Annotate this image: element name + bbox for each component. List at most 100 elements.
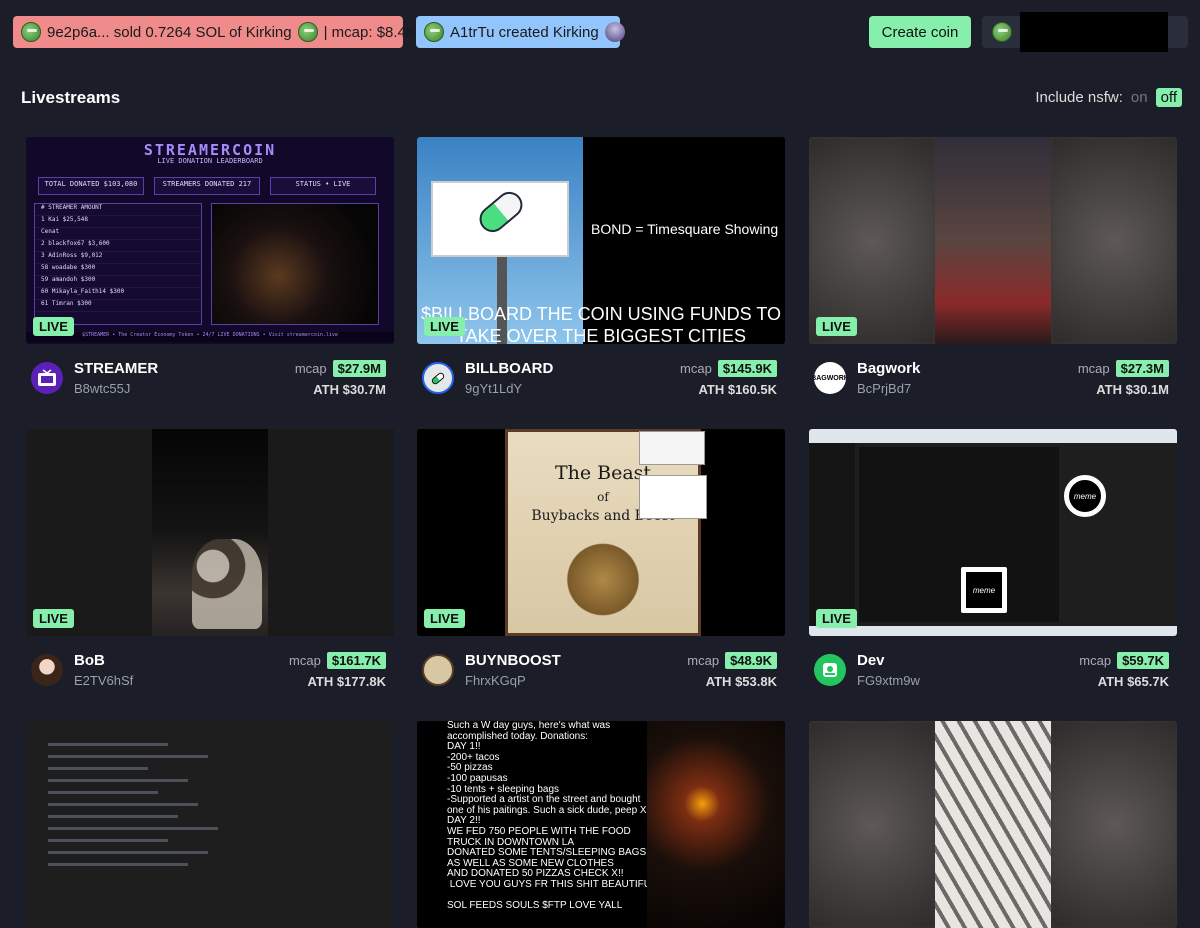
stream-thumbnail[interactable]: STREAMERCOIN LIVE DONATION LEADERBOARD T… bbox=[26, 137, 394, 344]
stream-thumbnail[interactable] bbox=[26, 721, 394, 928]
stream-thumbnail[interactable]: meme meme LIVE bbox=[809, 429, 1177, 636]
mcap-value: $145.9K bbox=[717, 360, 777, 377]
stream-card-donations[interactable]: Such a W day guys, here's what was accom… bbox=[417, 721, 785, 928]
live-badge: LIVE bbox=[33, 609, 74, 628]
wallet-button[interactable]: 2 bbox=[982, 12, 1188, 52]
leader-row: 58 woadabe $300 bbox=[35, 264, 201, 276]
mcap-value: $27.9M bbox=[332, 360, 386, 377]
live-badge: LIVE bbox=[424, 317, 465, 336]
market-cap: mcap $27.3M bbox=[1078, 360, 1169, 377]
stream-thumbnail[interactable]: LIVE bbox=[809, 137, 1177, 344]
coin-name[interactable]: STREAMER bbox=[74, 360, 158, 377]
leader-row: 3 AdinRoss $9,012 bbox=[35, 252, 201, 264]
stream-card-code[interactable] bbox=[26, 721, 394, 928]
all-time-high: ATH $30.7M bbox=[313, 382, 386, 397]
mcap-label: mcap bbox=[289, 653, 321, 668]
redaction-block bbox=[1020, 12, 1168, 52]
stream-card-bob[interactable]: LIVE BoB E2TV6hSf mcap $161.7K ATH $177.… bbox=[26, 429, 394, 706]
all-time-high: ATH $160.5K bbox=[698, 382, 777, 397]
coin-name[interactable]: Bagwork bbox=[857, 360, 920, 377]
overlay-window bbox=[639, 431, 705, 465]
all-time-high: ATH $65.7K bbox=[1098, 674, 1169, 689]
billboard-sign bbox=[431, 181, 569, 257]
ath-value: $160.5K bbox=[727, 382, 777, 397]
coin-address: E2TV6hSf bbox=[74, 673, 134, 688]
coin-name[interactable]: BILLBOARD bbox=[465, 360, 553, 377]
coin-address: FhrxKGqP bbox=[465, 673, 526, 688]
section-title: Livestreams bbox=[21, 88, 121, 107]
stream-card-buynboost[interactable]: The Beast of Buybacks and Boost LIVE BUY… bbox=[417, 429, 785, 706]
overlay-window bbox=[639, 475, 707, 519]
mcap-label: mcap bbox=[1077, 361, 1110, 376]
kirking-coin-icon bbox=[297, 22, 318, 42]
coin-address: FG9xtm9w bbox=[857, 673, 920, 688]
coin-avatar bbox=[422, 654, 454, 686]
market-cap: mcap $145.9K bbox=[680, 360, 777, 377]
mcap-label: mcap bbox=[1079, 653, 1112, 668]
coin-avatar bbox=[31, 654, 63, 686]
coin-name[interactable]: BoB bbox=[74, 652, 105, 669]
leader-row: 2 blackfox67 $3,600 bbox=[35, 240, 201, 252]
stream-card-bagwork[interactable]: LIVE BAGWORK Bagwork BcPrjBd7 mcap $27.3… bbox=[809, 137, 1177, 414]
leader-row: 1 Kai $25,548 bbox=[35, 216, 201, 228]
leader-row: # STREAMER AMOUNT bbox=[35, 204, 201, 216]
stat-status: STATUS • LIVE bbox=[270, 177, 376, 195]
trade-ticker-sell[interactable]: 9e2p6a... sold 0.7264 SOL of Kirking | m… bbox=[13, 16, 416, 48]
all-time-high: ATH $53.8K bbox=[706, 674, 777, 689]
ath-label: ATH bbox=[313, 382, 339, 397]
mcap-label: mcap bbox=[680, 361, 712, 376]
stream-card-chair[interactable] bbox=[809, 721, 1177, 928]
stream-card-billboard[interactable]: BOND = Timesquare Showing $BILLBOARD THE… bbox=[417, 137, 785, 414]
stream-card-streamer[interactable]: STREAMERCOIN LIVE DONATION LEADERBOARD T… bbox=[26, 137, 394, 414]
coin-avatar bbox=[31, 362, 63, 394]
market-cap: mcap $27.9M bbox=[295, 360, 386, 377]
stream-thumbnail[interactable]: Such a W day guys, here's what was accom… bbox=[417, 721, 785, 928]
coin-avatar bbox=[422, 362, 454, 394]
leader-row: 60 Mikayla_Faith14 $300 bbox=[35, 288, 201, 300]
live-badge: LIVE bbox=[816, 609, 857, 628]
thumb-caption: BOND = Timesquare Showing bbox=[591, 221, 779, 237]
stream-thumbnail[interactable] bbox=[809, 721, 1177, 928]
app-icon bbox=[823, 663, 837, 677]
coin-avatar: BAGWORK bbox=[814, 362, 846, 394]
app-sidebar bbox=[809, 443, 855, 626]
pepe-avatar-icon bbox=[21, 22, 41, 42]
code-editor bbox=[26, 721, 394, 928]
ath-value: $65.7K bbox=[1127, 674, 1169, 689]
nsfw-off-option[interactable]: off bbox=[1155, 88, 1182, 107]
coin-name[interactable]: Dev bbox=[857, 652, 885, 669]
nsfw-toggle[interactable]: Include nsfw: on off bbox=[1035, 88, 1182, 107]
stream-thumbnail[interactable]: LIVE bbox=[26, 429, 394, 636]
coin-avatar bbox=[814, 654, 846, 686]
thumb-footer: $STREAMER • The Creator Economy Token • … bbox=[26, 332, 394, 342]
stream-thumbnail[interactable]: BOND = Timesquare Showing $BILLBOARD THE… bbox=[417, 137, 785, 344]
mcap-label: mcap bbox=[294, 361, 327, 376]
coin-name[interactable]: BUYNBOOST bbox=[465, 652, 561, 669]
stream-thumbnail[interactable]: The Beast of Buybacks and Boost LIVE bbox=[417, 429, 785, 636]
app-form bbox=[859, 447, 1059, 622]
trade-ticker-create[interactable]: A1trTu created Kirking bbox=[416, 16, 625, 48]
nsfw-on-option[interactable]: on bbox=[1131, 89, 1148, 106]
room-video bbox=[152, 429, 268, 636]
live-badge: LIVE bbox=[424, 609, 465, 628]
create-coin-button[interactable]: Create coin bbox=[869, 16, 971, 48]
market-cap: mcap $48.9K bbox=[687, 652, 777, 669]
coin-address: BcPrjBd7 bbox=[857, 381, 912, 396]
ath-label: ATH bbox=[1097, 674, 1124, 689]
nsfw-label: Include nsfw: bbox=[1035, 89, 1123, 106]
mcap-value: $48.9K bbox=[725, 652, 777, 669]
market-cap: mcap $59.7K bbox=[1079, 652, 1169, 669]
dragon-illustration bbox=[558, 542, 648, 617]
all-time-high: ATH $30.1M bbox=[1096, 382, 1169, 397]
sell-mcap: | mcap: $8.4K bbox=[323, 23, 416, 41]
ath-value: $177.8K bbox=[336, 674, 386, 689]
pill-icon bbox=[474, 186, 528, 238]
stream-card-dev[interactable]: meme meme LIVE Dev FG9xtm9w mcap $59.7K … bbox=[809, 429, 1177, 706]
create-text: A1trTu created Kirking bbox=[450, 23, 599, 41]
mcap-label: mcap bbox=[687, 653, 720, 668]
pepe-avatar-icon bbox=[424, 22, 444, 42]
browser-tabs bbox=[809, 429, 1177, 443]
donation-notes: Such a W day guys, here's what was accom… bbox=[447, 721, 657, 912]
stat-total: TOTAL DONATED $103,080 bbox=[38, 177, 144, 195]
profile-avatar-icon bbox=[992, 22, 1012, 42]
